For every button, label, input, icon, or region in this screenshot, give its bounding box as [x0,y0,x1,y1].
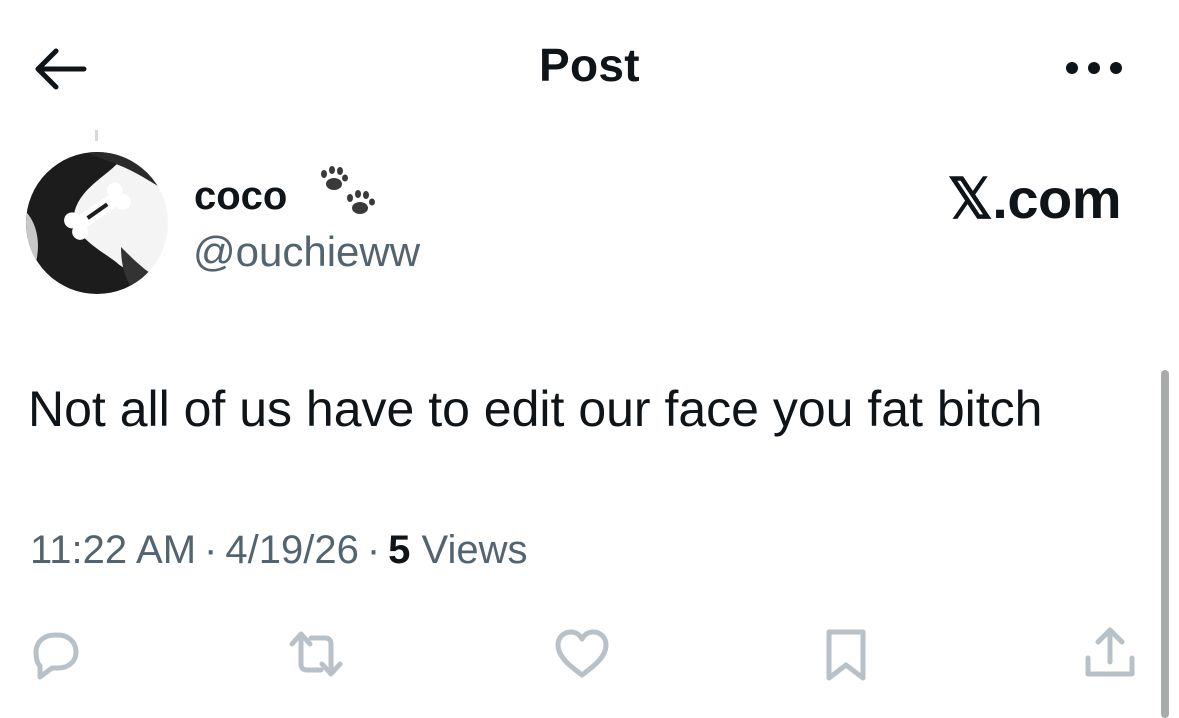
reply-icon [33,632,79,680]
share-icon [1085,627,1135,677]
repost-button[interactable] [284,622,348,686]
thread-line [95,130,98,141]
meta-separator: · [366,528,381,572]
more-options-icon[interactable] [1062,58,1126,78]
avatar[interactable] [26,152,168,294]
like-icon [555,629,609,678]
post-date[interactable]: 4/19/26 [225,528,358,572]
repost-icon [289,631,343,677]
user-handle[interactable]: @ouchieww [193,228,420,276]
post-meta: 11:22 AM · 4/19/26 · 5 Views [30,528,528,573]
meta-separator: · [204,528,218,572]
scrollbar[interactable] [1161,370,1169,718]
bookmark-button[interactable] [814,622,878,686]
views-count: 5 [388,528,411,572]
paw-prints-icon [316,165,380,221]
bookmark-icon [826,629,866,681]
page-title: Post [539,39,640,91]
like-button[interactable] [550,622,614,686]
reply-button[interactable] [22,622,86,686]
share-button[interactable] [1078,622,1142,686]
display-name[interactable]: coco [194,174,287,219]
post-text: Not all of us have to edit our face you … [28,381,1043,437]
views-label: Views [421,528,528,572]
post-time[interactable]: 11:22 AM [30,528,196,572]
brand-watermark: 𝕏.com [947,167,1122,230]
